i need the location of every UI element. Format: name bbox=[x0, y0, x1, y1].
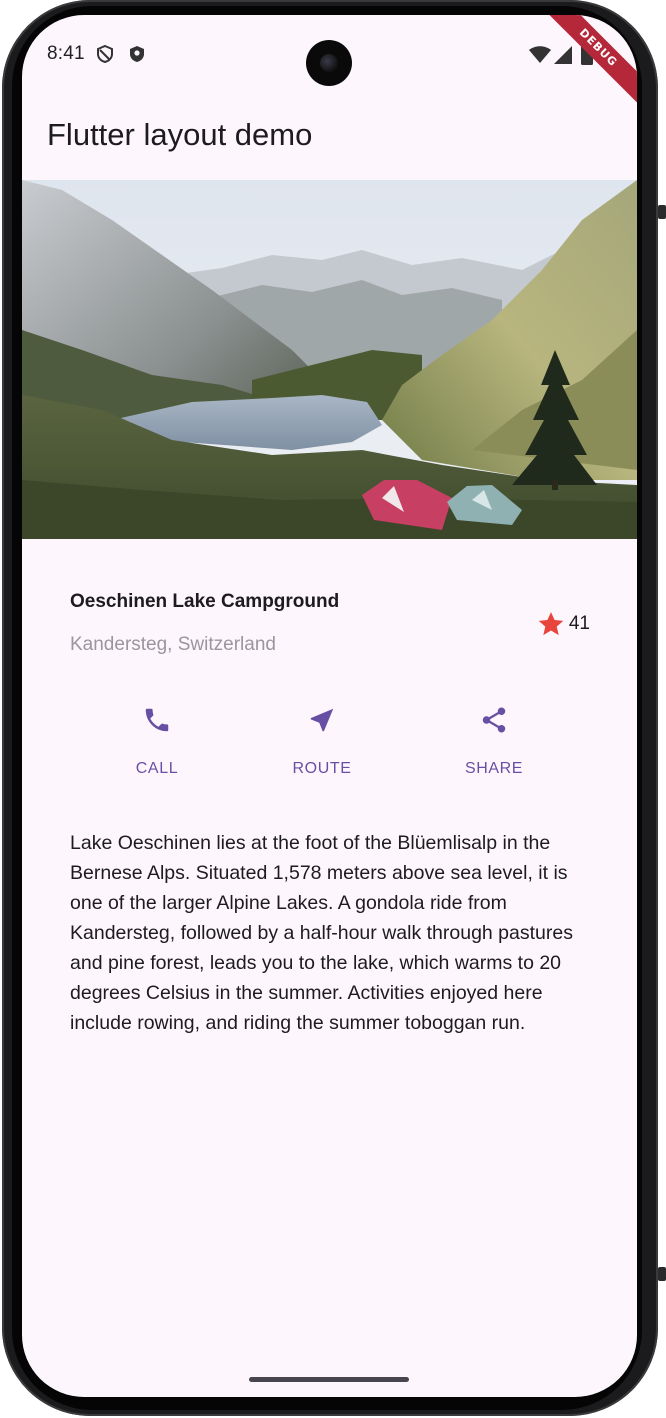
description-text: Lake Oeschinen lies at the foot of the B… bbox=[70, 832, 573, 1034]
rating-count: 41 bbox=[568, 613, 590, 634]
cellular-icon bbox=[554, 46, 572, 64]
side-button bbox=[658, 205, 666, 219]
share-button[interactable]: SHARE bbox=[434, 705, 554, 795]
place-location: Kandersteg, Switzerland bbox=[70, 634, 276, 655]
share-label: SHARE bbox=[464, 760, 524, 777]
call-button[interactable]: CALL bbox=[97, 705, 217, 795]
wifi-icon bbox=[529, 46, 551, 63]
status-time: 8:41 bbox=[47, 43, 85, 64]
star-icon bbox=[538, 612, 564, 636]
route-button[interactable]: ROUTE bbox=[262, 705, 382, 795]
navigation-icon bbox=[310, 708, 334, 732]
hero-image bbox=[22, 180, 637, 539]
title-section: Oeschinen Lake Campground Kandersteg, Sw… bbox=[70, 589, 590, 669]
rating: 41 bbox=[537, 609, 590, 639]
button-row: CALL ROUTE SHARE bbox=[22, 705, 637, 805]
front-camera bbox=[306, 40, 352, 86]
app-bar-title: Flutter layout demo bbox=[47, 117, 313, 152]
shield-outline-icon bbox=[97, 44, 113, 64]
phone-icon bbox=[145, 708, 169, 732]
shield-filled-icon bbox=[130, 46, 144, 62]
app-bar: Flutter layout demo bbox=[22, 95, 637, 180]
call-label: CALL bbox=[135, 760, 179, 777]
phone-device: 8:41 DEBUG Flutter layout demo Oeschinen… bbox=[0, 0, 666, 1418]
home-indicator[interactable] bbox=[249, 1377, 409, 1382]
route-label: ROUTE bbox=[292, 760, 352, 777]
share-icon bbox=[482, 707, 506, 733]
status-bar: 8:41 DEBUG bbox=[22, 15, 637, 109]
place-name: Oeschinen Lake Campground bbox=[70, 591, 340, 612]
screen: 8:41 DEBUG Flutter layout demo Oeschinen… bbox=[22, 15, 637, 1397]
side-button bbox=[658, 1267, 666, 1281]
